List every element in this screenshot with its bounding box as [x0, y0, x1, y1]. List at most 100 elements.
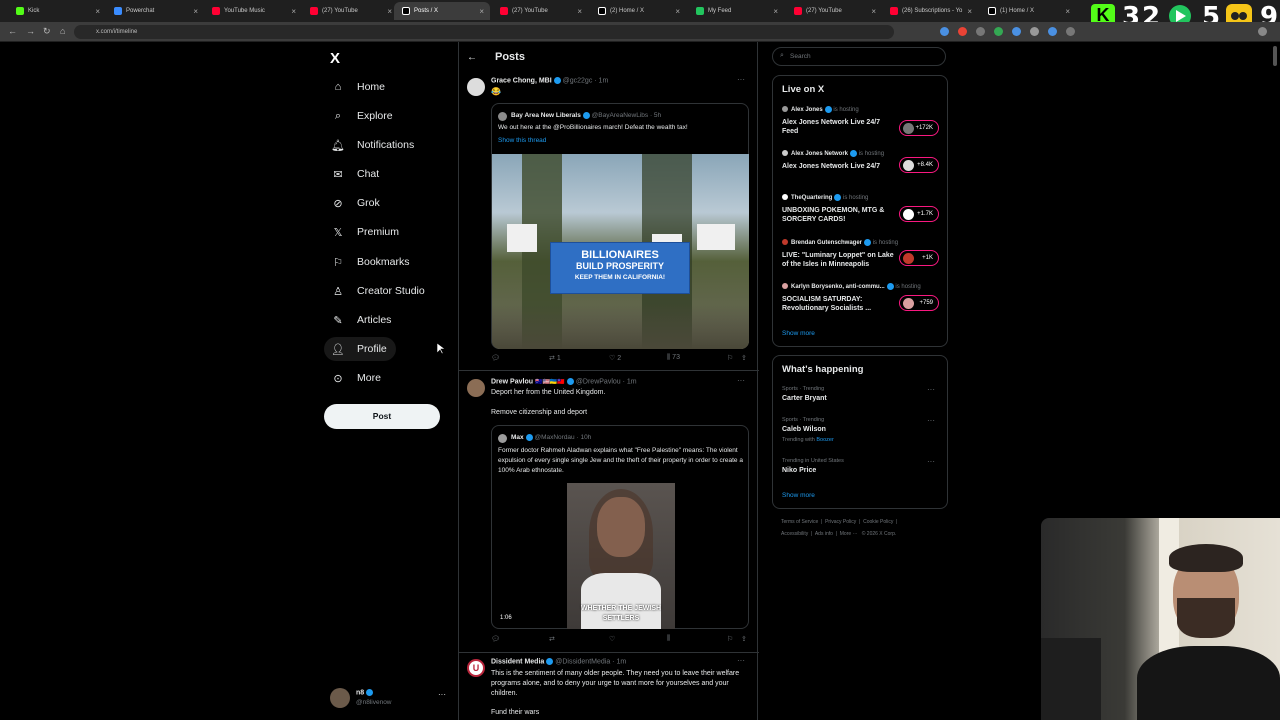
views-icon[interactable]: ⫼ [667, 635, 670, 643]
live-listeners-pill[interactable]: +172K [899, 120, 939, 136]
nav-explore[interactable]: ⌕ Explore [324, 104, 393, 128]
share-icon[interactable]: ⇪ [741, 635, 747, 643]
extension-icon[interactable] [1066, 27, 1075, 36]
avatar[interactable] [467, 78, 485, 96]
close-icon[interactable]: × [479, 7, 484, 16]
browser-tab[interactable]: My Feed × [688, 2, 784, 20]
extension-icon[interactable] [958, 27, 967, 36]
live-item[interactable]: Alex Jones Network is hosting Alex Jones… [773, 148, 947, 188]
browser-tab[interactable]: (27) YouTube × [786, 2, 882, 20]
live-listeners-pill[interactable]: +759 [899, 295, 939, 311]
live-item[interactable]: TheQuartering is hosting UNBOXING POKEMO… [773, 192, 947, 232]
post-image[interactable]: BILLIONAIRES BUILD PROSPERITY KEEP THEM … [492, 154, 749, 349]
repost-icon[interactable]: ⇄ 1 [549, 354, 561, 362]
reply-icon[interactable]: 💬︎ [491, 635, 500, 643]
post-button[interactable]: Post [324, 404, 440, 429]
browser-tab[interactable]: (26) Subscriptions - Yo × [882, 2, 978, 20]
close-icon[interactable]: × [95, 7, 100, 16]
close-icon[interactable]: × [967, 7, 972, 16]
nav-home[interactable]: ⌂ Home [324, 75, 385, 99]
more-dots-icon[interactable]: ··· [927, 457, 935, 466]
x-logo[interactable]: X [330, 50, 340, 67]
verified-badge-icon [566, 378, 574, 385]
repost-icon[interactable]: ⇄ [549, 635, 555, 643]
avatar[interactable] [467, 379, 485, 397]
browser-tab[interactable]: (27) YouTube × [302, 2, 398, 20]
share-icon[interactable]: ⇪ [741, 354, 747, 362]
nav-grok[interactable]: ⊘ Grok [324, 191, 379, 215]
live-listeners-pill[interactable]: +1K [899, 250, 939, 266]
reload-icon[interactable]: ↻ [43, 26, 51, 37]
trend-item[interactable]: Sports · Trending Carter Bryant ··· [773, 384, 947, 406]
avatar[interactable]: U [467, 659, 485, 677]
browser-tab[interactable]: (27) YouTube × [492, 2, 588, 20]
close-icon[interactable]: × [675, 7, 680, 16]
nav-profile[interactable]: 👤︎ Profile [324, 337, 396, 361]
live-item[interactable]: Alex Jones is hosting Alex Jones Network… [773, 104, 947, 144]
close-icon[interactable]: × [193, 7, 198, 16]
nav-bookmarks[interactable]: ⚐ Bookmarks [324, 250, 409, 274]
nav-chat[interactable]: ✉ Chat [324, 162, 379, 186]
close-icon[interactable]: × [1065, 7, 1070, 16]
url-bar[interactable]: x.com/i/timeline [74, 25, 894, 39]
browser-tab[interactable]: Powerchat × [106, 2, 204, 20]
trend-item[interactable]: Sports · Trending Caleb Wilson Trending … [773, 415, 947, 447]
nav-articles[interactable]: ✎ Articles [324, 308, 391, 332]
live-item[interactable]: Brendan Gutenschwager is hosting LIVE: "… [773, 237, 947, 277]
extension-icon[interactable] [1030, 27, 1039, 36]
quoted-post[interactable]: Max @MaxNordau · 10h Former doctor Rahme… [491, 425, 749, 629]
banner: BILLIONAIRES BUILD PROSPERITY KEEP THEM … [550, 242, 690, 294]
scrollbar-thumb[interactable] [1273, 46, 1277, 66]
nav-premium[interactable]: 𝕏 Premium [324, 220, 399, 244]
show-more-link[interactable]: Show more [782, 330, 815, 337]
bookmark-icon[interactable]: ⚐ [727, 635, 733, 643]
powerchat-icon [114, 7, 122, 15]
like-icon[interactable]: ♡ 2 [609, 354, 621, 362]
more-dots-icon[interactable]: ··· [927, 385, 935, 394]
close-icon[interactable]: × [773, 7, 778, 16]
trend-item[interactable]: Trending in United States Niko Price ··· [773, 456, 947, 478]
back-icon[interactable]: ← [8, 26, 17, 36]
browser-tab-active[interactable]: Posts / X × [394, 2, 490, 20]
close-icon[interactable]: × [577, 7, 582, 16]
live-item[interactable]: Karlyn Borysenko, anti-commu... is hosti… [773, 281, 947, 321]
show-thread-link[interactable]: Show this thread [498, 137, 546, 144]
show-more-link[interactable]: Show more [782, 492, 815, 499]
browser-tab[interactable]: (2) Home / X × [590, 2, 686, 20]
browser-tab[interactable]: YouTube Music × [204, 2, 302, 20]
forward-icon[interactable]: → [26, 26, 35, 36]
menu-icon[interactable] [1258, 27, 1267, 36]
reply-icon[interactable]: 💬︎ [491, 354, 500, 362]
bookmark-icon[interactable]: ⚐ [727, 354, 733, 362]
close-icon[interactable]: × [871, 7, 876, 16]
more-dots-icon[interactable]: ··· [737, 376, 745, 385]
views-icon[interactable]: ⫼ 73 [667, 354, 680, 362]
live-listeners-pill[interactable]: +1.7K [899, 206, 939, 222]
video-player[interactable]: WHETHER THE JEWISH SETTLERS [567, 483, 675, 629]
more-dots-icon[interactable]: ··· [737, 75, 745, 84]
extension-icon[interactable] [976, 27, 985, 36]
close-icon[interactable]: × [291, 7, 296, 16]
close-icon[interactable]: × [387, 7, 392, 16]
back-arrow-icon[interactable]: ← [467, 52, 477, 63]
more-dots-icon[interactable]: ··· [737, 656, 745, 665]
account-switcher[interactable]: n8 @n8livenow ··· [328, 686, 452, 712]
nav-notifications[interactable]: 🔔︎ Notifications [324, 133, 414, 157]
nav-creator-studio[interactable]: ♙ Creator Studio [324, 279, 425, 303]
avatar [498, 434, 507, 443]
extension-icon[interactable] [1012, 27, 1021, 36]
bell-icon: 🔔︎ [331, 139, 345, 152]
more-dots-icon[interactable]: ··· [438, 690, 446, 699]
browser-tab[interactable]: Kick × [8, 2, 106, 20]
quoted-post[interactable]: Bay Area New Liberals @BayAreaNewLibs · … [491, 103, 749, 349]
browser-tab[interactable]: (1) Home / X × [980, 2, 1076, 20]
live-listeners-pill[interactable]: +8.4K [899, 157, 939, 173]
home-icon[interactable]: ⌂ [60, 26, 65, 36]
like-icon[interactable]: ♡ [609, 635, 615, 643]
search-input[interactable]: ⌕ Search [772, 47, 946, 66]
more-dots-icon[interactable]: ··· [927, 416, 935, 425]
extension-icon[interactable] [994, 27, 1003, 36]
nav-more[interactable]: ⊙ More [324, 366, 381, 390]
extension-icon[interactable] [940, 27, 949, 36]
extension-icon[interactable] [1048, 27, 1057, 36]
